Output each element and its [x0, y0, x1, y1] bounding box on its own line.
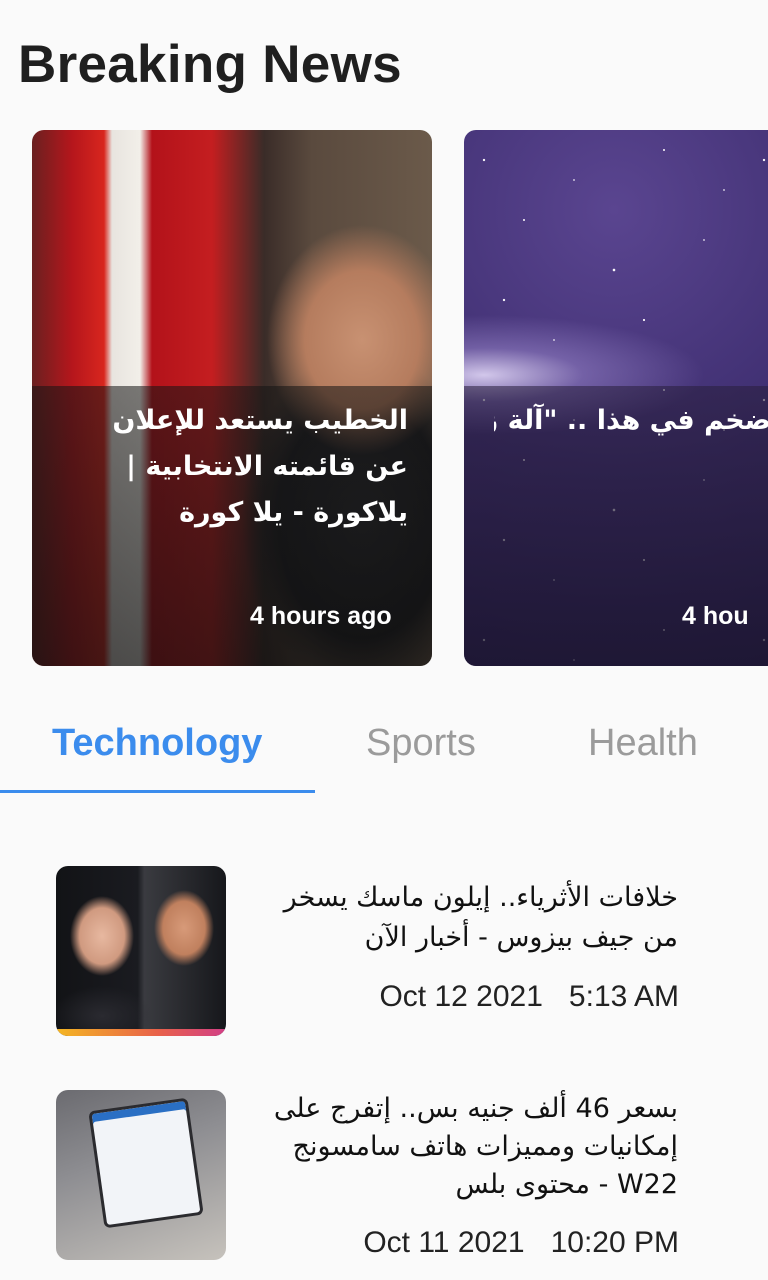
news-time: 10:20 PM — [550, 1226, 679, 1259]
card-headline: الخطيب يستعد للإعلان عن قائمته الانتخابي… — [112, 405, 408, 528]
news-date: Oct 12 2021 — [379, 980, 543, 1013]
breaking-news-card[interactable]: الخطيب يستعد للإعلان عن قائمته الانتخابي… — [32, 130, 432, 666]
news-timestamp: Oct 12 2021 5:13 AM — [379, 980, 679, 1014]
breaking-news-carousel[interactable]: الخطيب يستعد للإعلان عن قائمته الانتخابي… — [0, 130, 768, 666]
news-thumbnail — [56, 1090, 226, 1260]
category-tabs: Technology Sports Health — [0, 700, 768, 796]
tab-sports[interactable]: Sports — [366, 722, 476, 765]
tab-technology[interactable]: Technology — [52, 722, 262, 765]
news-date: Oct 11 2021 — [363, 1226, 525, 1259]
page-title: Breaking News — [18, 35, 402, 94]
news-timestamp: Oct 11 2021 10:20 PM — [363, 1226, 679, 1260]
tab-health[interactable]: Health — [588, 722, 698, 765]
active-tab-indicator — [0, 790, 315, 793]
breaking-news-card[interactable]: ...كي ضخم في هذا .. "آلة زمنية" تحمل ت غ… — [464, 130, 768, 666]
news-time: 5:13 AM — [568, 980, 679, 1013]
card-headline: ...كي ضخم في هذا .. "آلة زمنية" تحمل ت غ… — [494, 405, 768, 436]
news-headline: بسعر 46 ألف جنيه بس.. إتفرج على إمكانيات… — [273, 1093, 678, 1200]
news-headline: خلافات الأثرياء.. إيلون ماسك يسخر من جيف… — [283, 882, 678, 953]
card-time: 4 hours ago — [250, 602, 392, 630]
card-time: 4 hou — [682, 602, 749, 630]
news-thumbnail — [56, 866, 226, 1036]
